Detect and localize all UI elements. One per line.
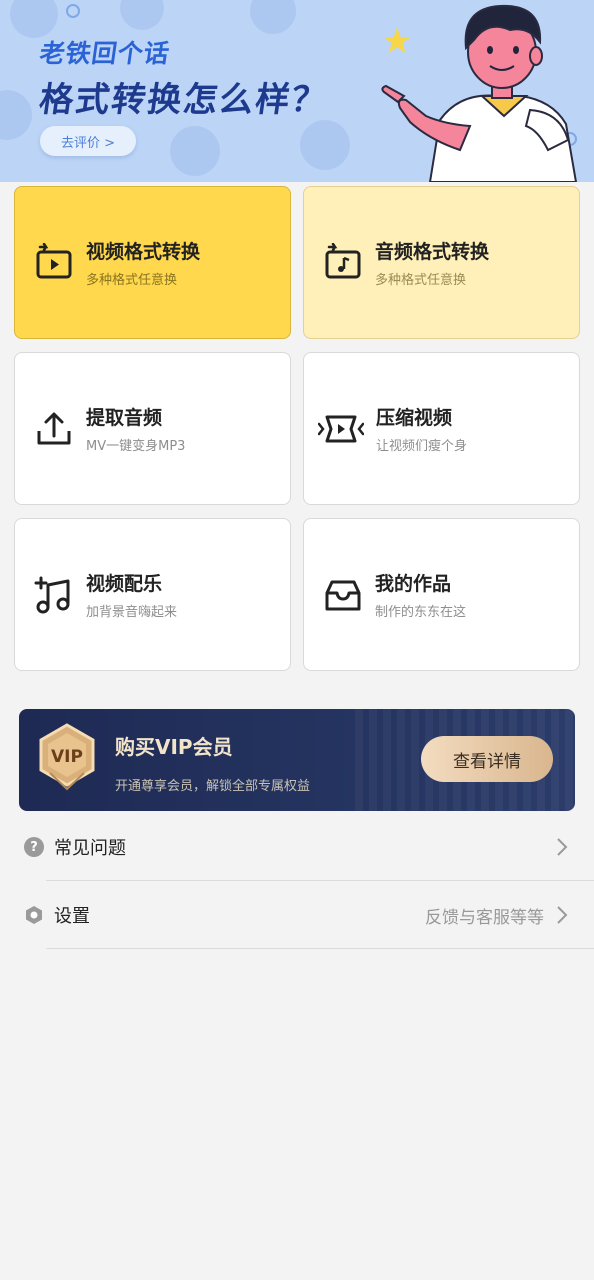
rate-button[interactable]: 去评价 > — [40, 126, 136, 156]
vip-badge-icon: VIP — [39, 723, 95, 791]
pointing-person-illustration — [381, 4, 578, 182]
banner-dot — [10, 0, 58, 38]
chevron-right-icon — [557, 906, 568, 924]
card-title: 视频配乐 — [86, 573, 163, 595]
audio-format-convert-card[interactable]: 音频格式转换 多种格式任意换 — [303, 186, 580, 339]
promo-banner[interactable]: ★ 老铁回个话 格式转换怎么样？ 去评价 > — [0, 0, 594, 182]
settings-hex-icon — [26, 906, 42, 924]
list-item-extra: 反馈与客服等等 — [425, 907, 544, 928]
card-subtitle: MV一键变身MP3 — [86, 439, 186, 454]
vip-badge-text: VIP — [51, 747, 83, 767]
feature-grid: 视频格式转换 多种格式任意换 音频格式转换 多种格式任意换 提取音频 MV一键变… — [14, 186, 580, 671]
extract-audio-card[interactable]: 提取音频 MV一键变身MP3 — [14, 352, 291, 505]
audio-convert-icon — [325, 242, 361, 278]
banner-dot — [120, 0, 164, 30]
banner-title-line2: 格式转换怎么样？ — [36, 80, 331, 120]
video-music-card[interactable]: 视频配乐 加背景音嗨起来 — [14, 518, 291, 671]
card-title: 音频格式转换 — [375, 241, 490, 263]
list-item-faq[interactable]: ? 常见问题 — [0, 813, 594, 881]
banner-dot — [250, 0, 296, 34]
card-subtitle: 加背景音嗨起来 — [86, 605, 178, 620]
question-icon: ? — [24, 837, 44, 857]
card-title: 我的作品 — [375, 573, 452, 595]
list-item-label: 设置 — [54, 906, 90, 927]
music-add-icon — [34, 576, 70, 613]
card-subtitle: 让视频们瘦个身 — [376, 439, 468, 454]
card-subtitle: 制作的东东在这 — [375, 605, 467, 620]
compress-video-card[interactable]: 压缩视频 让视频们瘦个身 — [303, 352, 580, 505]
vip-title: 购买VIP会员 — [115, 735, 233, 759]
banner-dot — [0, 90, 32, 140]
banner-title-line1: 老铁回个话 — [37, 39, 172, 68]
card-subtitle: 多种格式任意换 — [86, 273, 178, 288]
view-details-button[interactable]: 查看详情 — [421, 736, 553, 782]
card-title: 提取音频 — [86, 407, 163, 429]
inbox-icon — [325, 580, 361, 610]
divider — [46, 947, 594, 949]
list-item-label: 常见问题 — [54, 838, 126, 859]
banner-dot — [300, 120, 350, 170]
vip-subtitle: 开通尊享会员，解锁全部专属权益 — [115, 779, 311, 794]
vip-promo-card[interactable]: VIP 购买VIP会员 开通尊享会员，解锁全部专属权益 查看详情 — [19, 709, 575, 811]
my-works-card[interactable]: 我的作品 制作的东东在这 — [303, 518, 580, 671]
upload-icon — [37, 412, 71, 444]
banner-dot — [170, 126, 220, 176]
card-title: 视频格式转换 — [86, 241, 201, 263]
list-item-settings[interactable]: 设置 反馈与客服等等 — [0, 881, 594, 949]
card-title: 压缩视频 — [376, 407, 453, 429]
card-subtitle: 多种格式任意换 — [375, 273, 467, 288]
chevron-right-icon — [557, 838, 568, 856]
video-convert-icon — [36, 242, 72, 278]
compress-icon — [318, 415, 364, 442]
settings-list: ? 常见问题 设置 反馈与客服等等 — [0, 813, 594, 949]
banner-ring — [66, 4, 80, 18]
video-format-convert-card[interactable]: 视频格式转换 多种格式任意换 — [14, 186, 291, 339]
